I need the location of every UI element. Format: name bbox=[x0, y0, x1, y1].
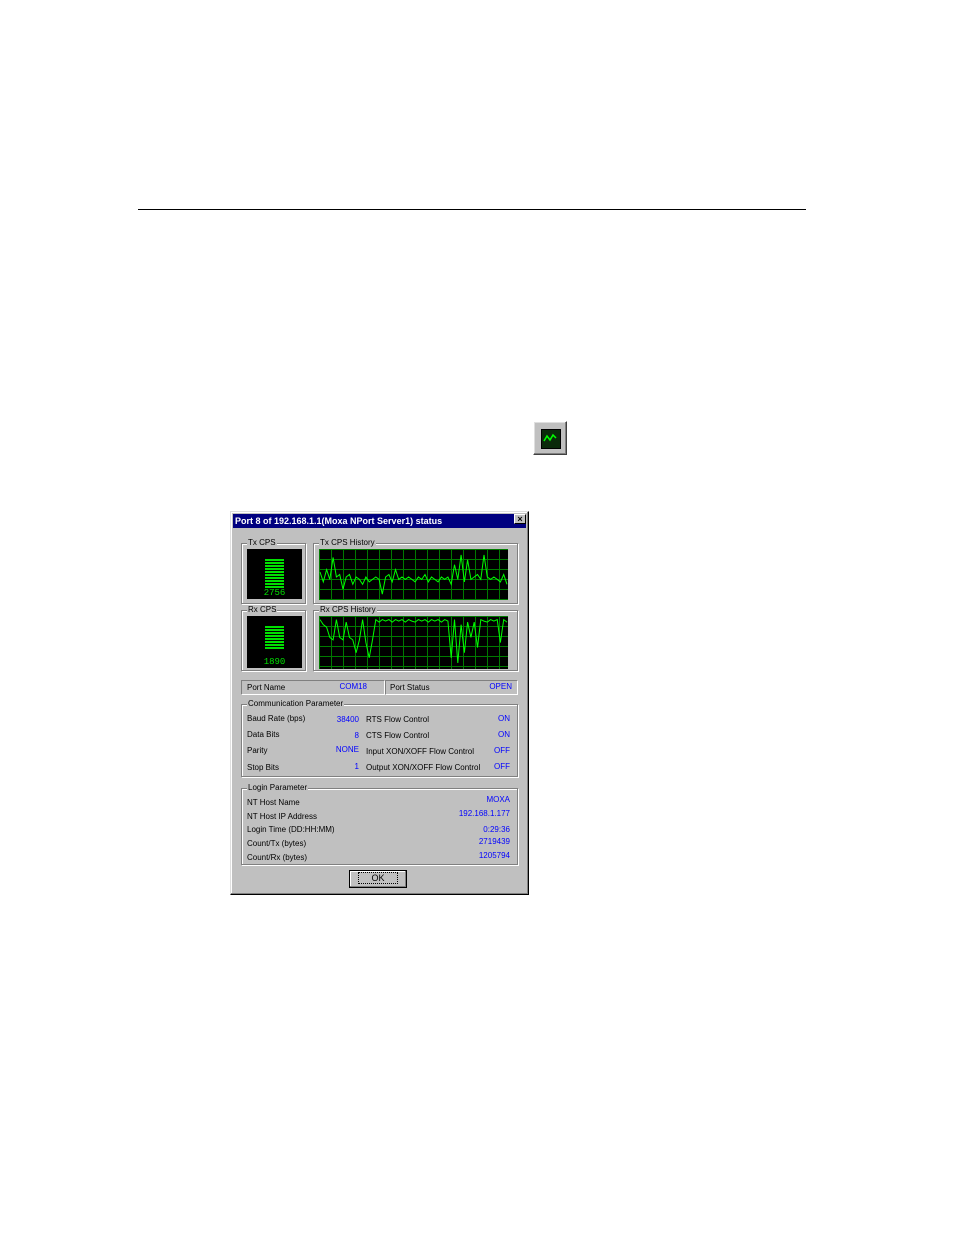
rx-cps-bars bbox=[265, 626, 284, 650]
cts-flow-label: CTS Flow Control bbox=[366, 731, 430, 740]
input-xon-label: Input XON/XOFF Flow Control bbox=[366, 747, 475, 756]
input-xon-value: OFF bbox=[494, 746, 510, 755]
tx-cps-label: Tx CPS bbox=[247, 538, 277, 548]
port-status-label: Port Status bbox=[390, 683, 430, 692]
stop-bits-value: 1 bbox=[354, 762, 359, 771]
cts-flow-value: ON bbox=[498, 730, 510, 739]
rts-flow-label: RTS Flow Control bbox=[366, 715, 429, 724]
close-button[interactable]: × bbox=[514, 514, 526, 524]
count-tx-value: 2719439 bbox=[478, 837, 510, 846]
stop-bits-label: Stop Bits bbox=[247, 763, 280, 772]
rx-history-graph bbox=[319, 616, 508, 669]
tx-history-line bbox=[319, 554, 508, 595]
output-xon-value: OFF bbox=[494, 762, 510, 771]
count-rx-value: 1205794 bbox=[478, 851, 510, 860]
baud-rate-label: Baud Rate (bps) bbox=[247, 714, 306, 723]
monitor-icon[interactable] bbox=[533, 421, 567, 455]
data-bits-value: 8 bbox=[354, 731, 359, 740]
tx-history-svg bbox=[319, 554, 508, 595]
monitor-wave-icon bbox=[543, 433, 557, 442]
tx-cps-meter: 2756 bbox=[247, 549, 302, 599]
tx-cps-bars bbox=[265, 559, 284, 589]
port-status-value: OPEN bbox=[489, 682, 512, 691]
tx-cps-value: 2756 bbox=[263, 588, 286, 598]
page-rule bbox=[138, 209, 806, 210]
rx-cps-meter: 1890 bbox=[247, 616, 302, 668]
ok-button[interactable]: OK bbox=[349, 870, 407, 888]
monitor-screen bbox=[541, 429, 561, 449]
data-bits-label: Data Bits bbox=[247, 730, 280, 739]
tx-history-graph bbox=[319, 549, 508, 600]
count-tx-label: Count/Tx (bytes) bbox=[247, 839, 307, 848]
baud-rate-value: 38400 bbox=[336, 715, 359, 724]
rx-history-svg bbox=[319, 618, 508, 663]
output-xon-label: Output XON/XOFF Flow Control bbox=[366, 763, 481, 772]
host-ip-value: 192.168.1.177 bbox=[458, 809, 510, 818]
host-name-label: NT Host Name bbox=[247, 798, 300, 807]
port-name-label: Port Name bbox=[247, 683, 286, 692]
communication-parameter-title: Communication Parameter bbox=[247, 699, 345, 709]
host-name-value: MOXA bbox=[486, 795, 510, 804]
ok-button-label: OK bbox=[358, 872, 398, 884]
count-rx-label: Count/Rx (bytes) bbox=[247, 853, 308, 862]
rx-history-label: Rx CPS History bbox=[319, 605, 377, 615]
host-ip-label: NT Host IP Address bbox=[247, 812, 317, 821]
login-time-label: Login Time (DD:HH:MM) bbox=[247, 825, 335, 834]
port-name-value: COM18 bbox=[339, 682, 367, 691]
parity-label: Parity bbox=[247, 746, 268, 755]
dialog-title: Port 8 of 192.168.1.1(Moxa NPort Server1… bbox=[233, 514, 526, 528]
rx-cps-value: 1890 bbox=[263, 657, 286, 667]
login-parameter-title: Login Parameter bbox=[247, 783, 309, 793]
tx-history-label: Tx CPS History bbox=[319, 538, 376, 548]
rx-history-line bbox=[319, 618, 508, 663]
rx-cps-label: Rx CPS bbox=[247, 605, 278, 615]
parity-value: NONE bbox=[335, 745, 359, 754]
login-time-value: 0:29:36 bbox=[483, 825, 510, 834]
rts-flow-value: ON bbox=[498, 714, 510, 723]
